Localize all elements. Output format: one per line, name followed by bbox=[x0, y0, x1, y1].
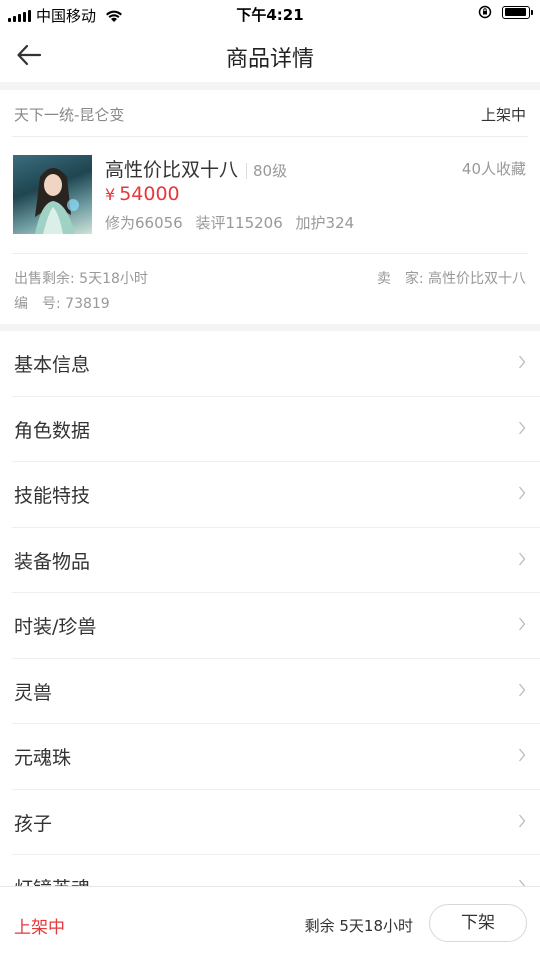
status-time: 下午4:21 bbox=[236, 6, 304, 24]
nav-bar: 商品详情 bbox=[0, 28, 540, 82]
item-stats: 修为66056 装评115206 加护324 bbox=[105, 212, 362, 233]
detail-menu: 基本信息 角色数据 技能特技 装备物品 时装/珍兽 灵兽 元魂珠 孩子 灯镜英魂 bbox=[0, 331, 540, 921]
currency-symbol: ¥ bbox=[105, 185, 116, 204]
menu-item-basic-info[interactable]: 基本信息 bbox=[0, 331, 540, 397]
divider bbox=[246, 162, 248, 179]
bottom-bar: 上架中 剩余 5天18小时 下架 bbox=[0, 886, 540, 960]
sale-remaining: 出售剩余: 5天18小时 bbox=[14, 271, 148, 287]
stat-protection: 加护324 bbox=[295, 214, 355, 232]
chevron-right-icon bbox=[519, 814, 526, 827]
battery-icon bbox=[502, 5, 533, 19]
menu-item-label: 元魂珠 bbox=[14, 747, 72, 769]
stat-equip-score: 装评115206 bbox=[195, 214, 283, 232]
item-card: 天下一统-昆仑变 上架中 高性价比双十八 80级 40人收藏 ¥54000 修为6… bbox=[0, 90, 540, 324]
favorites-count: 40人收藏 bbox=[461, 160, 526, 178]
chevron-right-icon bbox=[519, 486, 526, 500]
menu-item-character-data[interactable]: 角色数据 bbox=[0, 396, 540, 462]
chevron-right-icon bbox=[519, 552, 526, 565]
menu-item-label: 角色数据 bbox=[14, 419, 91, 442]
menu-item-label: 技能特技 bbox=[14, 485, 91, 507]
item-level: 80级 bbox=[253, 162, 288, 180]
divider bbox=[12, 253, 528, 254]
orientation-lock-icon bbox=[478, 5, 492, 19]
delist-button[interactable]: 下架 bbox=[429, 904, 527, 942]
chevron-right-icon bbox=[519, 421, 526, 434]
server-name: 天下一统-昆仑变 bbox=[14, 106, 125, 124]
status-right bbox=[478, 5, 533, 19]
menu-item-label: 基本信息 bbox=[14, 354, 91, 376]
item-price: ¥54000 bbox=[105, 183, 180, 205]
price-value: 54000 bbox=[119, 183, 180, 205]
item-title: 高性价比双十八 80级 bbox=[105, 155, 287, 182]
stat-cultivation: 修为66056 bbox=[105, 214, 183, 232]
menu-item-label: 孩子 bbox=[14, 812, 53, 835]
item-name: 高性价比双十八 bbox=[105, 159, 239, 181]
status-bar: 中国移动 下午4:21 bbox=[0, 0, 540, 28]
menu-item-spirit-beast[interactable]: 灵兽 bbox=[0, 658, 540, 724]
serial-number: 编 号: 73819 bbox=[14, 296, 110, 312]
menu-item-label: 灵兽 bbox=[14, 681, 53, 704]
divider bbox=[12, 136, 528, 137]
chevron-right-icon bbox=[519, 355, 526, 369]
chevron-right-icon bbox=[519, 683, 526, 696]
menu-item-fashion-pets[interactable]: 时装/珍兽 bbox=[0, 593, 540, 659]
listing-status: 上架中 bbox=[14, 918, 65, 938]
listing-state: 上架中 bbox=[480, 106, 526, 124]
menu-item-label: 时装/珍兽 bbox=[14, 616, 97, 638]
seller-name: 卖 家: 高性价比双十八 bbox=[376, 271, 526, 287]
menu-item-soul-orb[interactable]: 元魂珠 bbox=[0, 724, 540, 790]
menu-item-label: 装备物品 bbox=[14, 550, 91, 573]
chevron-right-icon bbox=[519, 617, 526, 631]
character-portrait-icon bbox=[35, 168, 79, 234]
page-title: 商品详情 bbox=[225, 47, 314, 72]
chevron-right-icon bbox=[519, 748, 526, 762]
menu-item-equipment[interactable]: 装备物品 bbox=[0, 527, 540, 593]
menu-item-children[interactable]: 孩子 bbox=[0, 789, 540, 855]
section-divider bbox=[0, 82, 540, 90]
time-remaining: 剩余 5天18小时 bbox=[304, 917, 413, 935]
character-avatar[interactable] bbox=[13, 155, 92, 234]
menu-item-skills[interactable]: 技能特技 bbox=[0, 462, 540, 528]
